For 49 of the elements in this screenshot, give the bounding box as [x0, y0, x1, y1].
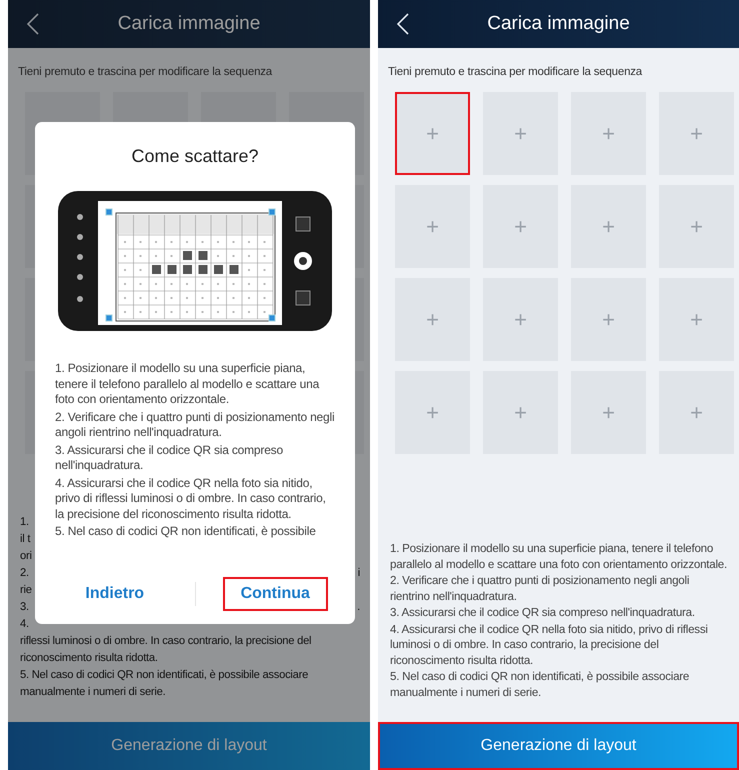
image-slot[interactable]: +	[659, 371, 734, 454]
dialog-button[interactable]: Indietro	[67, 577, 162, 611]
image-slot[interactable]: +	[395, 278, 470, 361]
hint-text: Tieni premuto e trascina per modificare la sequenza	[387, 65, 644, 78]
image-slot[interactable]: +	[571, 371, 646, 454]
instruction-text: riflessi luminosi o di ombre. In caso contrario, la precisione del	[20, 634, 312, 649]
instruction-text: 3. Assicurarsi che il codice QR sia compreso nell'inquadratura.	[390, 605, 696, 620]
instruction-text: 1.	[20, 515, 29, 530]
instruction-text: 4. Assicurarsi che il codice QR nella foto sia nitido, privo di riflessi luminosi o di ombre. In caso contrario, la precisione del riconoscimento risulta ridotta.	[55, 476, 327, 522]
instruction-text: 3.	[20, 600, 29, 615]
instruction-text: 5. Nel caso di codici QR non identificati, è possibile	[55, 524, 317, 540]
image-slot[interactable]: +	[571, 92, 646, 175]
instruction-text: 2.	[20, 566, 29, 581]
image-slot[interactable]: +	[483, 371, 558, 454]
screen-title: Carica immagine	[487, 13, 630, 35]
instruction-text: .	[357, 600, 360, 615]
instruction-text: 4. Assicurarsi che il codice QR nella foto sia nitido, privo di riflessi luminosi o di ombre. In caso contrario, la precisione del riconoscimento risulta ridotta.	[390, 622, 709, 668]
instruction-text: 1. Posizionare il modello su una superficie piana, tenere il telefono parallelo al modello e scattare una foto con orientamento orizzontale.	[55, 361, 320, 408]
image-slot[interactable]: +	[483, 278, 558, 361]
instruction-text: 1. Posizionare il modello su una superficie piana, tenere il telefono parallelo al modello e scattare una foto con orientamento orizzontale.	[390, 541, 728, 572]
hint-text: Tieni premuto e trascina per modificare la sequenza	[17, 65, 274, 78]
image-slot[interactable]: +	[571, 185, 646, 268]
screen-title: Carica immagine	[118, 13, 260, 35]
image-slot[interactable]: +	[483, 185, 558, 268]
instruction-text: manualmente i numeri di serie.	[20, 685, 166, 700]
image-slot[interactable]: +	[659, 185, 734, 268]
image-slot[interactable]: +	[659, 92, 734, 175]
instruction-text: rie	[20, 583, 32, 598]
image-slot[interactable]: +	[483, 92, 558, 175]
instruction-text: 2. Verificare che i quattro punti di posizionamento negli angoli rientrino nell'inquadratura.	[55, 410, 336, 440]
image-slot[interactable]: +	[571, 278, 646, 361]
instruction-text: 5. Nel caso di codici QR non identificati, è possibile associare	[20, 668, 308, 683]
dialog-title: Come scattare?	[131, 146, 259, 167]
image-slot[interactable]: +	[395, 371, 470, 454]
instruction-text: ori	[20, 549, 32, 564]
image-slot[interactable]: +	[395, 185, 470, 268]
instruction-text: il t	[20, 532, 30, 547]
instruction-text: 2. Verificare che i quattro punti di posizionamento negli angoli rientrino nell'inquadratura.	[390, 573, 690, 604]
instruction-text: 4.	[20, 617, 29, 632]
instruction-text: 3. Assicurarsi che il codice QR sia compreso nell'inquadratura.	[55, 442, 284, 474]
instruction-text: i	[358, 566, 360, 581]
generate-layout-button[interactable]: Generazione di layout	[8, 722, 370, 770]
dialog-button[interactable]: Continua	[222, 577, 328, 611]
image-slot[interactable]: +	[395, 92, 470, 175]
back-icon[interactable]	[396, 13, 410, 35]
instruction-text: 5. Nel caso di codici QR non identificati, è possibile associare manualmente i numeri di serie.	[390, 669, 690, 700]
image-slot[interactable]: +	[659, 278, 734, 361]
instruction-text: riconoscimento risulta ridotta.	[20, 651, 158, 666]
generate-layout-button[interactable]: Generazione di layout	[378, 722, 739, 770]
